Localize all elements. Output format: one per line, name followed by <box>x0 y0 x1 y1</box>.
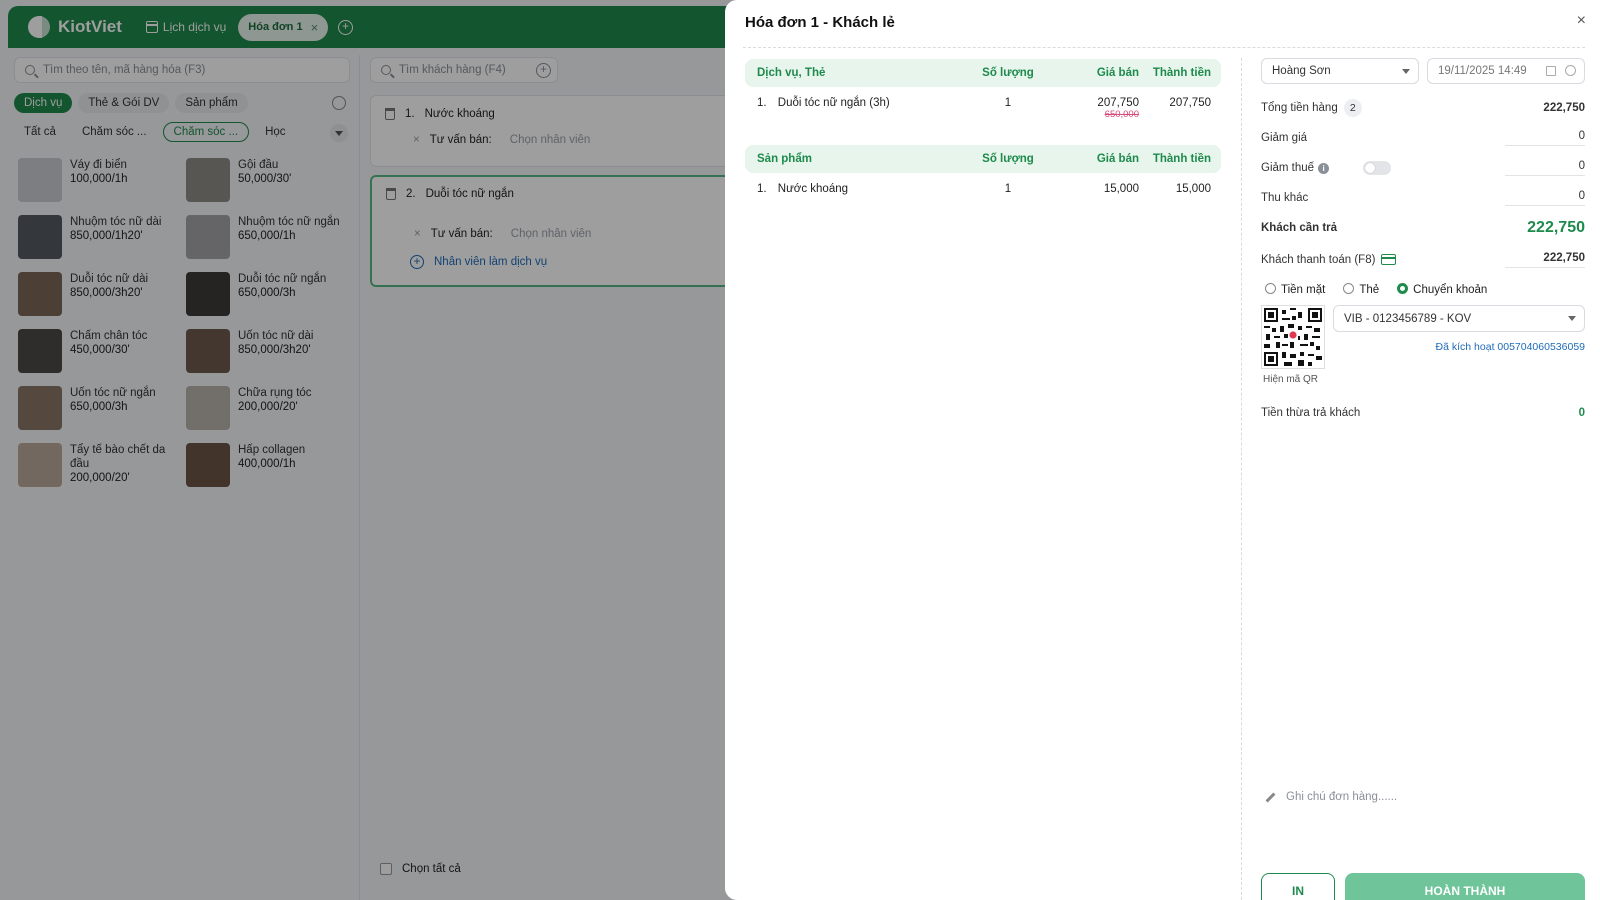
row-name: Duỗi tóc nữ ngắn (3h) <box>777 97 890 109</box>
row-name: Nước khoáng <box>777 183 849 195</box>
services-header-label: Dịch vụ, Thẻ <box>757 67 826 79</box>
row-item: 1. Nước khoáng <box>745 183 967 195</box>
method-card[interactable]: Thẻ <box>1343 283 1379 296</box>
row-total: 15,000 <box>1175 183 1211 195</box>
qr-code[interactable] <box>1261 305 1325 369</box>
table-row[interactable]: 1. Nước khoáng 1 15,000 15,000 <box>745 173 1221 195</box>
other-fee-label: Thu khác <box>1261 192 1309 204</box>
total-goods-label: Tổng tiền hàng <box>1261 102 1338 114</box>
row-index: 1. <box>757 97 767 109</box>
order-note-input[interactable]: Ghi chú đơn hàng...... <box>1265 791 1397 803</box>
change-label: Tiền thừa trả khách <box>1261 407 1361 419</box>
qty-header: Số lượng <box>982 67 1034 79</box>
clock-icon[interactable] <box>1565 65 1576 76</box>
table-row[interactable]: 1. Duỗi tóc nữ ngắn (3h) 1 207,750 650,0… <box>745 87 1221 120</box>
datetime-picker[interactable]: 19/11/2025 14:49 <box>1427 58 1585 84</box>
radio-transfer[interactable] <box>1397 283 1409 294</box>
tax-row: Giảm thuế i 0 <box>1261 160 1585 176</box>
order-note-placeholder: Ghi chú đơn hàng...... <box>1286 791 1398 803</box>
products-header-label: Sản phẩm <box>757 153 812 165</box>
row-qty: 1 <box>1004 183 1012 195</box>
price-header: Giá bán <box>1096 153 1139 165</box>
close-icon[interactable]: × <box>1577 12 1586 30</box>
other-fee-input[interactable]: 0 <box>1505 190 1585 206</box>
print-button[interactable]: IN <box>1261 873 1335 900</box>
qr-code-icon <box>1264 308 1322 366</box>
method-transfer-label: Chuyển khoản <box>1413 284 1488 296</box>
info-icon[interactable]: i <box>1318 163 1330 175</box>
staff-select-value: Hoàng Sơn <box>1272 65 1331 77</box>
row-old-price: 650,000 <box>1104 109 1139 120</box>
method-transfer[interactable]: Chuyển khoản <box>1397 283 1487 296</box>
drawer-header-divider <box>743 47 1585 48</box>
services-table-header: Dịch vụ, Thẻ Số lượng Giá bán Thành tiền <box>745 59 1221 87</box>
total-goods-value: 222,750 <box>1543 102 1585 114</box>
row-total: 207,750 <box>1169 97 1211 109</box>
chevron-down-icon <box>1402 69 1410 78</box>
credit-card-icon[interactable] <box>1381 254 1397 266</box>
method-cash-label: Tiền mặt <box>1281 284 1326 296</box>
customer-pay-value: 222,750 <box>1527 219 1585 236</box>
chevron-down-icon <box>1568 316 1576 325</box>
invoice-drawer: Hóa đơn 1 - Khách lẻ × Dịch vụ, Thẻ Số l… <box>725 0 1600 900</box>
pencil-icon <box>1265 792 1276 802</box>
row-price-cell: 207,750 650,000 <box>1049 97 1139 120</box>
radio-card[interactable] <box>1343 283 1355 294</box>
discount-input[interactable]: 0 <box>1505 130 1585 146</box>
row-price: 15,000 <box>1103 183 1139 195</box>
total-header: Thành tiền <box>1152 153 1211 165</box>
method-card-label: Thẻ <box>1359 284 1380 296</box>
customer-paid-input[interactable]: 222,750 <box>1505 252 1585 268</box>
change-row: Tiền thừa trả khách 0 <box>1261 407 1585 419</box>
payment-method-group: Tiền mặt Thẻ Chuyển khoản <box>1265 283 1487 296</box>
tax-input[interactable]: 0 <box>1505 160 1585 176</box>
discount-row: Giảm giá 0 <box>1261 130 1585 146</box>
qty-header: Số lượng <box>982 153 1034 165</box>
method-cash[interactable]: Tiền mặt <box>1265 283 1325 296</box>
total-goods-row: Tổng tiền hàng 2 222,750 <box>1261 99 1585 117</box>
services-table: Dịch vụ, Thẻ Số lượng Giá bán Thành tiền… <box>745 59 1221 120</box>
row-item: 1. Duỗi tóc nữ ngắn (3h) <box>745 97 967 109</box>
bank-account-select[interactable]: VIB - 0123456789 - KOV <box>1333 305 1585 332</box>
products-table-header: Sản phẩm Số lượng Giá bán Thành tiền <box>745 145 1221 173</box>
customer-pay-label: Khách cần trả <box>1261 222 1338 234</box>
tax-toggle[interactable] <box>1363 161 1392 175</box>
staff-select[interactable]: Hoàng Sơn <box>1261 58 1419 84</box>
customer-pay-row: Khách cần trả 222,750 <box>1261 219 1585 237</box>
activated-account-link[interactable]: Đã kích hoạt 005704060536059 <box>1436 341 1585 353</box>
radio-cash[interactable] <box>1265 283 1276 294</box>
change-value: 0 <box>1578 407 1585 419</box>
customer-paid-label: Khách thanh toán (F8) <box>1261 254 1376 266</box>
drawer-column-divider <box>1241 58 1242 900</box>
row-price: 207,750 <box>1097 97 1139 109</box>
row-index: 1. <box>757 183 767 195</box>
item-count-badge: 2 <box>1343 99 1362 117</box>
total-header: Thành tiền <box>1152 67 1211 79</box>
datetime-value: 19/11/2025 14:49 <box>1438 65 1527 77</box>
drawer-title: Hóa đơn 1 - Khách lẻ <box>745 14 895 31</box>
customer-paid-row: Khách thanh toán (F8) 222,750 <box>1261 252 1585 268</box>
bank-account-value: VIB - 0123456789 - KOV <box>1344 312 1472 325</box>
show-qr-label[interactable]: Hiện mã QR <box>1263 374 1318 385</box>
other-fee-row: Thu khác 0 <box>1261 190 1585 206</box>
price-header: Giá bán <box>1096 67 1139 79</box>
products-table: Sản phẩm Số lượng Giá bán Thành tiền 1. … <box>745 145 1221 195</box>
calendar-icon[interactable] <box>1546 66 1556 76</box>
row-qty: 1 <box>1004 97 1012 109</box>
discount-label: Giảm giá <box>1261 132 1308 144</box>
complete-button[interactable]: HOÀN THÀNH <box>1345 873 1585 900</box>
tax-label: Giảm thuế <box>1261 162 1315 175</box>
